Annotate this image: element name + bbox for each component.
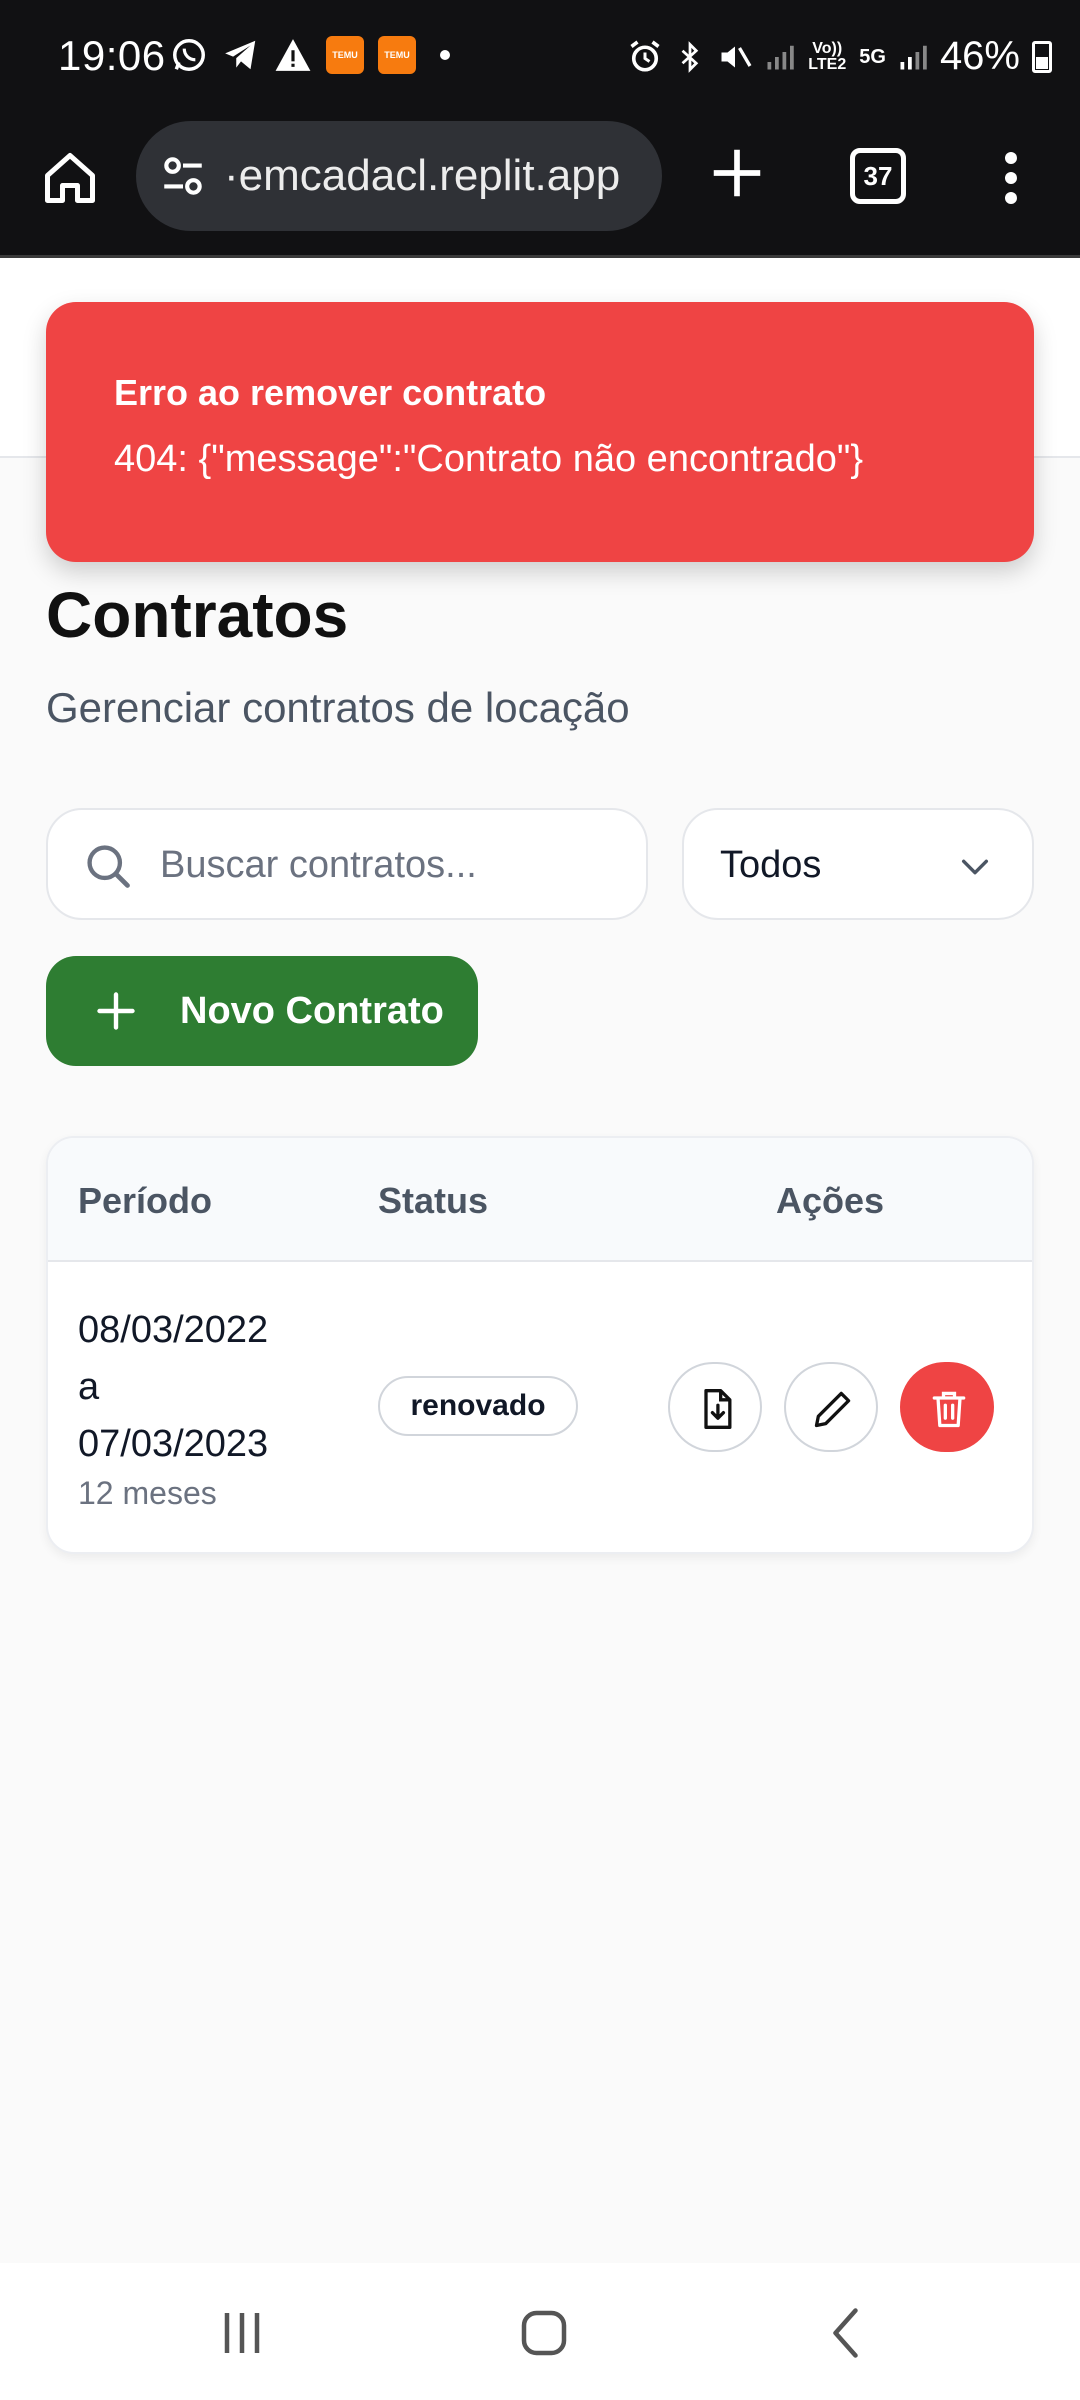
column-header-periodo: Período	[78, 1180, 213, 1221]
home-nav-icon[interactable]	[514, 2303, 574, 2363]
dot-icon	[440, 50, 450, 60]
temu-icon: TEMU	[326, 36, 364, 74]
whatsapp-icon	[173, 39, 205, 71]
recents-icon[interactable]	[212, 2303, 272, 2363]
status-bar: 19:06 TEMU TEMU Vo)) LTE2 5G 46%	[0, 0, 1080, 118]
volte-label: Vo)) LTE2	[808, 39, 847, 73]
contracts-table: Período Status Ações 08/03/2022 a 07/03/…	[46, 1136, 1034, 1554]
new-contract-button[interactable]: Novo Contrato	[46, 956, 478, 1066]
network-label: 5G	[859, 45, 886, 68]
tab-switcher-button[interactable]: 37	[850, 148, 906, 204]
status-time: 19:06	[58, 32, 166, 79]
notification-icons: TEMU TEMU	[170, 36, 450, 74]
period-end: 07/03/2023	[78, 1423, 269, 1465]
alarm-icon	[630, 40, 660, 72]
system-icons: Vo)) LTE2 5G 46%	[627, 34, 1052, 79]
address-bar[interactable]: ·emcadacl.replit.app	[136, 121, 662, 231]
table-header: Período Status Ações	[48, 1138, 1032, 1262]
battery-icon	[1032, 40, 1052, 73]
telegram-icon	[225, 40, 256, 70]
status-filter-select[interactable]: Todos	[682, 808, 1034, 920]
chevron-down-icon	[961, 859, 989, 875]
page-title: Contratos	[46, 579, 349, 651]
period-separator: a	[78, 1366, 100, 1408]
file-download-icon	[704, 1389, 732, 1429]
new-tab-icon[interactable]	[706, 142, 768, 204]
signal-icon	[900, 45, 927, 69]
page-subtitle: Gerenciar contratos de locação	[46, 684, 630, 731]
browser-toolbar: ·emcadacl.replit.app 37	[0, 118, 1080, 258]
back-icon[interactable]	[818, 2303, 878, 2363]
period-cell: 08/03/2022 a 07/03/2023 12 meses	[78, 1302, 338, 1513]
column-header-acoes: Ações	[776, 1180, 885, 1221]
period-duration: 12 meses	[78, 1475, 217, 1511]
mute-icon	[721, 46, 752, 67]
delete-contract-button[interactable]	[900, 1362, 994, 1452]
toast-message: 404: {"message":"Contrato não encontrado…	[114, 438, 864, 480]
error-toast[interactable]: Erro ao remover contrato 404: {"message"…	[46, 302, 1034, 562]
search-box[interactable]	[46, 808, 648, 920]
column-header-status: Status	[378, 1180, 489, 1221]
new-contract-label: Novo Contrato	[180, 990, 444, 1032]
bluetooth-icon	[681, 40, 699, 73]
site-settings-icon[interactable]	[158, 151, 208, 201]
pencil-icon	[814, 1391, 851, 1428]
trash-icon	[932, 1391, 966, 1428]
period-start: 08/03/2022	[78, 1309, 269, 1351]
toast-title: Erro ao remover contrato	[114, 372, 547, 413]
filter-selected-value: Todos	[720, 844, 822, 886]
edit-contract-button[interactable]	[784, 1362, 878, 1452]
warning-icon	[275, 39, 311, 71]
url-text[interactable]: ·emcadacl.replit.app	[224, 151, 620, 201]
download-contract-button[interactable]	[668, 1362, 762, 1452]
plus-icon	[97, 992, 135, 1030]
search-icon	[87, 845, 130, 888]
table-row: 08/03/2022 a 07/03/2023 12 meses renovad…	[48, 1262, 1032, 1552]
more-menu-icon[interactable]	[996, 148, 1026, 208]
system-navigation-bar	[0, 2263, 1080, 2400]
signal-icon	[767, 45, 794, 69]
battery-percent: 46%	[939, 34, 1020, 78]
home-icon[interactable]	[40, 148, 100, 208]
temu-icon: TEMU	[378, 36, 416, 74]
status-badge: renovado	[378, 1376, 578, 1436]
search-input[interactable]	[160, 830, 630, 900]
